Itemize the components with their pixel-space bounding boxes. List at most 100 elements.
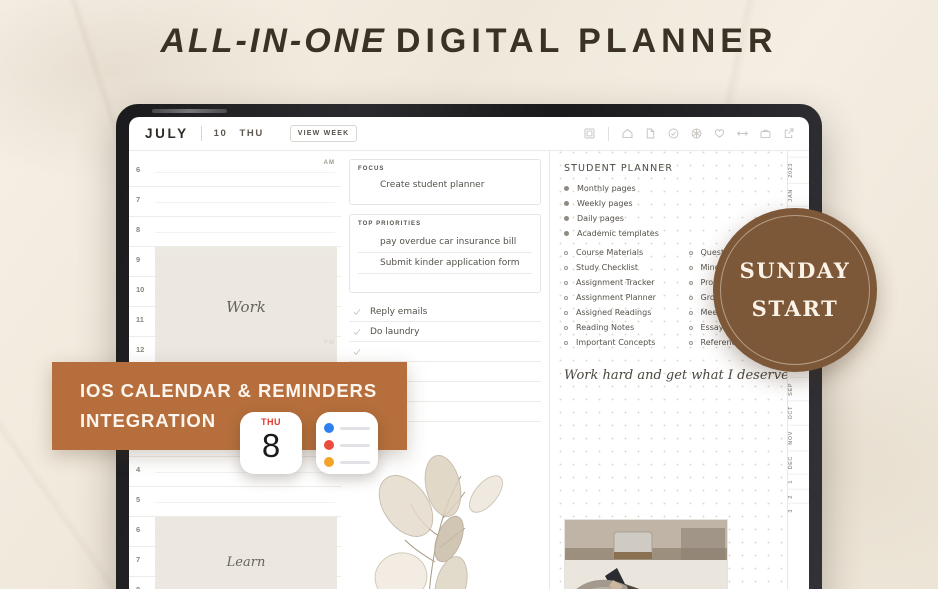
focus-entry[interactable]: Create student planner [358, 177, 532, 196]
bullet-icon [688, 280, 693, 285]
schedule-hour-row[interactable]: 7 [129, 187, 341, 217]
hour-label: 6 [136, 525, 141, 534]
home-icon[interactable] [621, 127, 634, 140]
schedule-hour-row[interactable]: 4 [129, 457, 341, 487]
document-icon[interactable] [644, 127, 657, 140]
month-tab[interactable]: NOV [788, 424, 809, 450]
student-planner-item-label: Study Checklist [576, 263, 638, 272]
headline-italic: ALL-IN-ONE [160, 22, 387, 60]
handwritten-quote: Work hard and get what I deserve! [564, 368, 795, 383]
todo-row[interactable]: Do laundry [349, 322, 541, 342]
desk-photo [564, 519, 728, 589]
headline-rest: DIGITAL PLANNER [395, 22, 778, 60]
page-headline: ALL-IN-ONE DIGITAL PLANNER [0, 22, 938, 61]
schedule-hour-row[interactable]: 5 [129, 487, 341, 517]
student-planner-item[interactable]: Monthly pages [564, 181, 799, 196]
tablet-screen: JULY 10 THU VIEW WEEK 6 AM 7 8 9 10 11 1… [129, 117, 809, 589]
month-tab[interactable]: 3 [788, 503, 809, 518]
month-tab[interactable]: SEP [788, 376, 809, 401]
month-tab[interactable]: JAN [788, 182, 809, 207]
hour-label: 7 [136, 555, 141, 564]
reminder-bar [340, 426, 370, 430]
day-name-label: THU [239, 128, 264, 139]
student-planner-item[interactable]: Weekly pages [564, 196, 799, 211]
ios-calendar-date: 8 [261, 427, 281, 464]
student-planner-item[interactable]: Reading Notes [564, 320, 675, 335]
half-hour-line [155, 232, 335, 233]
ios-reminders-icon[interactable] [316, 412, 378, 474]
half-hour-line [155, 202, 335, 203]
todo-label[interactable]: Do laundry [370, 327, 419, 337]
student-planner-item-label: Weekly pages [577, 199, 633, 208]
schedule-hour-row[interactable]: 6 AM [129, 157, 341, 187]
view-week-button[interactable]: VIEW WEEK [289, 125, 358, 142]
top-priorities-list: pay overdue car insurance bill Submit kin… [358, 232, 532, 284]
hour-label: 5 [136, 495, 141, 504]
checkbox-icon[interactable] [353, 328, 361, 336]
priority-line[interactable]: pay overdue car insurance bill [358, 232, 532, 253]
bullet-icon [688, 250, 693, 255]
checkbox-icon[interactable] [353, 348, 361, 356]
month-tab[interactable]: DEC [788, 449, 809, 474]
student-planner-item[interactable]: Assigned Readings [564, 305, 675, 320]
bullet-icon [564, 280, 568, 285]
flower-icon[interactable] [690, 127, 703, 140]
todo-row[interactable] [349, 342, 541, 362]
bullet-icon [688, 265, 693, 270]
hour-label: 4 [136, 465, 141, 474]
student-planner-item-label: Reading Notes [576, 323, 635, 332]
bullet-icon [564, 216, 569, 221]
bullet-icon [564, 201, 569, 206]
focus-title: FOCUS [358, 166, 385, 172]
student-planner-item-label: Assigned Readings [576, 308, 652, 317]
tablet-sensor-bar [152, 109, 227, 113]
reminder-bar [340, 460, 370, 464]
schedule-hour-row[interactable]: 8 [129, 217, 341, 247]
arrows-horizontal-icon[interactable] [736, 127, 749, 140]
priority-line[interactable] [358, 274, 532, 284]
schedule-event-block[interactable]: Learn [155, 517, 337, 589]
export-icon[interactable] [782, 127, 795, 140]
student-planner-item-label: Assignment Planner [576, 293, 656, 302]
month-label[interactable]: JULY [145, 126, 189, 141]
student-planner-left-list: Course Materials Study Checklist Assignmen… [564, 245, 675, 350]
month-tab[interactable]: 2023 [788, 157, 809, 183]
month-tab[interactable]: 2 [788, 488, 809, 504]
schedule-event-label: Learn [226, 554, 266, 570]
checkbox-icon[interactable] [353, 308, 361, 316]
hour-label: 8 [136, 225, 141, 234]
planner-topbar: JULY 10 THU VIEW WEEK [129, 117, 809, 151]
student-planner-item-label: Assignment Tracker [576, 278, 655, 287]
bullet-icon [688, 340, 693, 345]
schedule-event-block[interactable]: Work [155, 247, 337, 367]
toolbar-divider [608, 126, 609, 141]
bullet-icon [564, 265, 568, 270]
tablet-device: JULY 10 THU VIEW WEEK 6 AM 7 8 9 10 11 1… [116, 104, 822, 589]
schedule-event-label: Work [226, 298, 266, 316]
month-tab[interactable]: 1 [788, 473, 809, 489]
student-planner-item[interactable]: Assignment Tracker [564, 275, 675, 290]
ios-calendar-icon[interactable]: THU 8 [240, 412, 302, 474]
focus-card[interactable]: FOCUS Create student planner [349, 159, 541, 205]
check-circle-icon[interactable] [667, 127, 680, 140]
month-tab[interactable]: OCT [788, 400, 809, 425]
briefcase-icon[interactable] [759, 127, 772, 140]
student-planner-item[interactable]: Study Checklist [564, 260, 675, 275]
divider [200, 126, 202, 141]
bullet-icon [564, 310, 568, 315]
half-hour-line [155, 172, 335, 173]
top-priorities-card[interactable]: TOP PRIORITIES pay overdue car insurance… [349, 214, 541, 293]
student-planner-item[interactable]: Assignment Planner [564, 290, 675, 305]
student-planner-item[interactable]: Important Concepts [564, 335, 675, 350]
student-planner-item[interactable]: Course Materials [564, 245, 675, 260]
reminder-dot-icon [324, 440, 334, 450]
hour-label: 12 [136, 345, 145, 354]
bullet-icon [564, 325, 568, 330]
todo-row[interactable]: Reply emails [349, 302, 541, 322]
todo-label[interactable]: Reply emails [370, 307, 427, 317]
heart-icon[interactable] [713, 127, 726, 140]
priority-line[interactable]: Submit kinder application form [358, 253, 532, 274]
hour-label: 11 [136, 315, 144, 324]
toolbar [583, 126, 795, 141]
layout-icon[interactable] [583, 127, 596, 140]
